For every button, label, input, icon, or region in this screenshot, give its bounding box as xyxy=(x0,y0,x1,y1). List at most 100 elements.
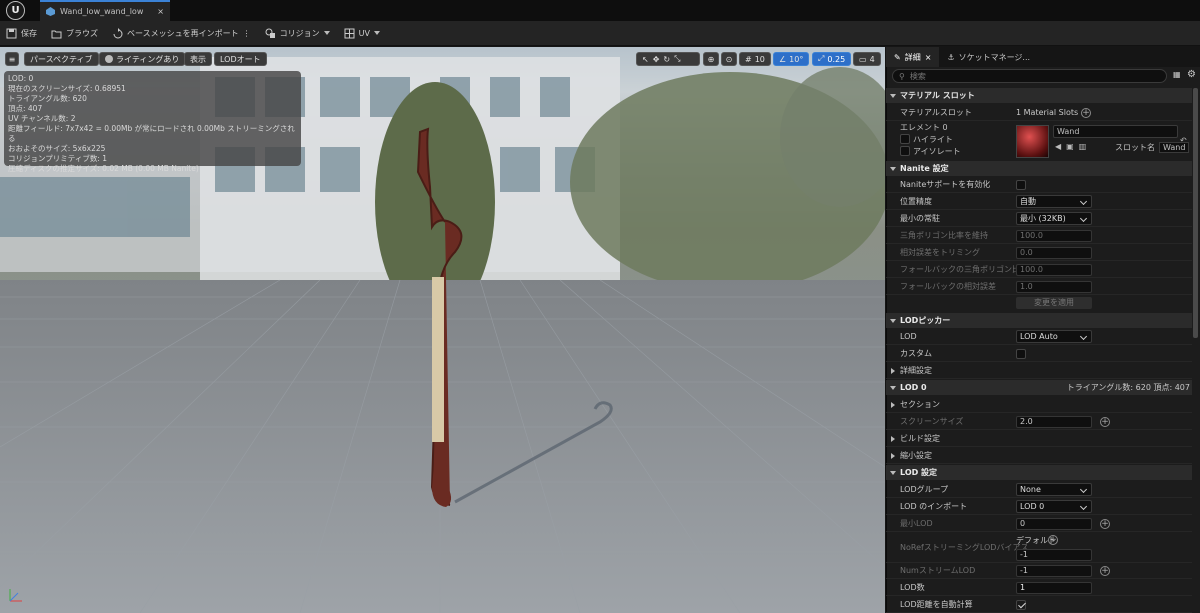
add-icon[interactable]: + xyxy=(1100,565,1110,576)
show-button[interactable]: 表示 xyxy=(184,52,212,66)
nanite-enable-checkbox[interactable] xyxy=(1016,179,1026,190)
browse-button[interactable]: ブラウズ xyxy=(51,28,98,39)
browse-icon[interactable]: ▣ xyxy=(1066,142,1074,151)
select-icon[interactable]: ↖ xyxy=(642,55,649,64)
add-icon[interactable]: + xyxy=(1048,535,1058,545)
row-fallback-triangle: フォールバックの三角ポリゴン比率 100.0 xyxy=(886,262,1192,278)
grid-snap-button[interactable]: #10 xyxy=(739,52,771,66)
axis-gizmo-icon xyxy=(9,589,22,602)
expand-icon xyxy=(891,452,895,459)
scale-snap-button[interactable]: ⤢ 0.25 xyxy=(812,52,852,66)
min-resident-dropdown[interactable]: 最小 (32KB) xyxy=(1016,212,1092,225)
settings-gear-icon[interactable]: ⚙ xyxy=(1187,69,1196,80)
section-nanite[interactable]: Nanite 設定 xyxy=(886,161,1192,176)
save-button[interactable]: 保存 xyxy=(6,28,37,39)
lighting-button[interactable]: ライティングあり xyxy=(99,52,186,66)
num-stream-lod-field[interactable]: -1 xyxy=(1016,564,1092,577)
collapse-icon xyxy=(890,166,896,171)
highlight-checkbox[interactable] xyxy=(900,134,910,144)
rotate-icon[interactable]: ↻ xyxy=(663,55,670,64)
add-icon[interactable]: + xyxy=(1100,518,1110,529)
scale-icon[interactable]: ⤡ xyxy=(674,54,680,64)
unreal-logo-icon[interactable]: U xyxy=(6,1,25,20)
camera-speed-button[interactable]: ▭ 4 xyxy=(853,52,881,66)
section-lod0[interactable]: LOD 0 トライアングル数: 620 頂点: 407 xyxy=(886,380,1192,395)
lod-count-field[interactable]: 1 xyxy=(1016,581,1092,594)
row-build-settings[interactable]: ビルド設定 xyxy=(886,431,1192,447)
screen-size-field[interactable]: 2.0 xyxy=(1016,415,1092,428)
reset-arrow-icon[interactable]: ↶ xyxy=(1180,136,1187,145)
toolbar: 保存 ブラウズ ベースメッシュを再インポート ⋮ コリジョン UV xyxy=(0,21,1200,46)
row-fallback-error: フォールバックの相対誤差 1.0 xyxy=(886,279,1192,295)
document-tab[interactable]: Wand_low_wand_low × xyxy=(40,0,170,21)
details-icon: ✎ xyxy=(894,52,901,62)
isolate-toggle[interactable]: アイソレート xyxy=(900,146,961,157)
row-reduction[interactable]: 縮小設定 xyxy=(886,448,1192,464)
fallback-triangle-field[interactable]: 100.0 xyxy=(1016,263,1092,276)
section-lod-picker[interactable]: LODピッカー xyxy=(886,313,1192,328)
grid-icon: # xyxy=(745,54,752,64)
transform-tools[interactable]: ↖ ✥ ↻ ⤡ xyxy=(636,52,700,66)
row-lod: LOD LOD Auto xyxy=(886,329,1192,345)
material-actions: ◀ ▣ ▥ xyxy=(1055,142,1086,151)
section-lod-settings[interactable]: LOD 設定 xyxy=(886,465,1192,480)
close-icon[interactable]: × xyxy=(925,53,932,62)
panel-scrollbar[interactable] xyxy=(1193,88,1198,338)
tab-socket-manager[interactable]: ⚓ ソケットマネージ... xyxy=(939,47,1038,67)
trim-relative-field[interactable]: 0.0 xyxy=(1016,246,1092,259)
angle-snap-button[interactable]: ∠ 10° xyxy=(773,52,810,66)
add-icon[interactable]: + xyxy=(1100,416,1110,427)
uv-menu[interactable]: UV xyxy=(344,28,380,39)
row-lod-import: LOD のインポート LOD 0 xyxy=(886,499,1192,515)
lod-auto-button[interactable]: LODオート xyxy=(214,52,267,66)
table-view-icon[interactable]: ▦ xyxy=(1173,70,1181,79)
row-nanite-enable: Naniteサポートを有効化 xyxy=(886,177,1192,193)
auto-lod-checkbox[interactable] xyxy=(1016,599,1026,610)
viewport-menu-button[interactable]: ≡ xyxy=(5,52,19,66)
collapse-icon xyxy=(890,385,896,390)
apply-changes-button[interactable]: 変更を適用 xyxy=(1016,297,1092,309)
tab-bar xyxy=(0,0,1200,21)
perspective-button[interactable]: パースペクティブ xyxy=(24,52,99,66)
row-section[interactable]: セクション xyxy=(886,397,1192,413)
keep-triangle-field[interactable]: 100.0 xyxy=(1016,229,1092,242)
surface-snap-icon[interactable]: ⊙ xyxy=(721,52,737,66)
material-thumbnail[interactable] xyxy=(1016,125,1049,158)
lod-dropdown[interactable]: LOD Auto xyxy=(1016,330,1092,343)
reimport-button[interactable]: ベースメッシュを再インポート ⋮ xyxy=(112,27,251,39)
row-screen-size: スクリーンサイズ 2.0 + xyxy=(886,414,1192,430)
stat-line: コリジョンプリミティブ数: 1 xyxy=(8,154,108,163)
angle-icon: ∠ xyxy=(779,54,787,64)
close-tab-icon[interactable]: × xyxy=(157,7,164,16)
highlight-toggle[interactable]: ハイライト xyxy=(900,134,953,145)
row-advanced[interactable]: 詳細設定 xyxy=(886,363,1192,379)
stat-line: トライアングル数: 620 xyxy=(8,94,87,103)
position-precision-dropdown[interactable]: 自動 xyxy=(1016,195,1092,208)
lod-group-dropdown[interactable]: None xyxy=(1016,483,1092,496)
row-keep-triangle: 三角ポリゴン比率を維持 100.0 xyxy=(886,228,1192,244)
panel-tabs: ✎ 詳細 × ⚓ ソケットマネージ... xyxy=(886,47,1200,67)
collision-menu[interactable]: コリジョン xyxy=(265,28,330,39)
lod-import-dropdown[interactable]: LOD 0 xyxy=(1016,500,1092,513)
collapse-icon xyxy=(890,470,896,475)
row-lod-count: LOD数 1 xyxy=(886,580,1192,596)
noref-bias-field[interactable]: -1 xyxy=(1016,549,1092,561)
move-icon[interactable]: ✥ xyxy=(653,55,660,64)
fallback-error-field[interactable]: 1.0 xyxy=(1016,280,1092,293)
add-slot-icon[interactable]: + xyxy=(1081,107,1091,118)
custom-checkbox[interactable] xyxy=(1016,348,1026,359)
chevron-down-icon xyxy=(373,31,380,35)
search-input[interactable]: ⚲ 検索 xyxy=(892,69,1167,83)
expand-icon xyxy=(891,367,895,374)
reset-icon[interactable]: ▥ xyxy=(1079,142,1087,151)
use-selected-icon[interactable]: ◀ xyxy=(1055,142,1061,151)
section-material-slots[interactable]: マテリアル スロット xyxy=(886,88,1192,103)
tab-details[interactable]: ✎ 詳細 × xyxy=(886,47,940,67)
material-name-field[interactable]: Wand xyxy=(1053,125,1178,138)
collision-icon xyxy=(265,28,275,38)
min-lod-field[interactable]: 0 xyxy=(1016,517,1092,530)
isolate-checkbox[interactable] xyxy=(900,146,910,156)
more-icon[interactable]: ⋮ xyxy=(243,29,251,38)
row-material-slots: マテリアルスロット 1 Material Slots + xyxy=(886,105,1192,121)
world-icon[interactable]: ⊕ xyxy=(703,52,719,66)
